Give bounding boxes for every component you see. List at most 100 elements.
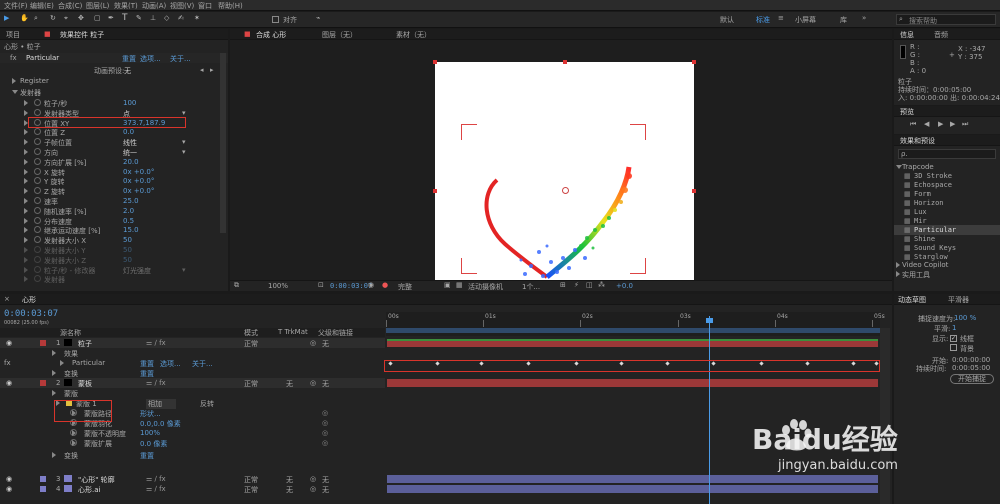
tab-timeline[interactable]: 心形 <box>22 295 36 305</box>
handle-mr[interactable] <box>692 189 696 193</box>
scrollbar[interactable] <box>220 53 226 233</box>
particular-effect-name[interactable]: Particular <box>26 54 59 62</box>
first-frame-icon[interactable]: ⏮ <box>910 120 916 129</box>
rectangle-tool-icon[interactable]: ▢ <box>94 14 101 22</box>
tab-effect-controls[interactable]: 效果控件 粒子 <box>60 30 104 40</box>
stopwatch-icon[interactable] <box>34 128 41 136</box>
puppet-tool-icon[interactable]: ✶ <box>194 14 200 22</box>
stopwatch-icon[interactable] <box>34 108 41 116</box>
expand-icon[interactable] <box>24 100 28 106</box>
handle-ml[interactable] <box>433 189 437 193</box>
col-trkmat[interactable]: T TrkMat <box>278 328 308 336</box>
brush-tool-icon[interactable]: ✎ <box>136 14 142 22</box>
property-row[interactable]: 分布速度 0.5 <box>0 216 228 226</box>
visibility-icon[interactable]: ◉ <box>6 339 12 347</box>
layer-switches[interactable]: ⚌ ∕ fx <box>146 339 166 347</box>
expand-icon[interactable] <box>24 168 28 175</box>
property-row[interactable]: Z 旋转 0x +0.0° <box>0 186 228 196</box>
property-row[interactable]: 子帧位置 线性 ▾ <box>0 137 228 147</box>
selection-tool-icon[interactable]: ▶ <box>4 14 9 22</box>
col-parent[interactable]: 父级和链接 <box>318 328 353 338</box>
layer-row[interactable]: ◉ 3 "心形" 轮廓 ⚌ ∕ fx 正常无 ◎ 无 <box>0 474 385 484</box>
flowchart-icon[interactable]: ⁂ <box>598 281 605 289</box>
menu-window[interactable]: 窗口 <box>198 1 212 11</box>
stopwatch-icon[interactable] <box>34 138 41 146</box>
comp-timecode[interactable]: 0:00:03:07 <box>330 282 372 290</box>
expand-icon[interactable] <box>24 276 28 283</box>
layer-switches[interactable]: ⚌ ∕ fx <box>146 475 166 483</box>
expand-icon[interactable] <box>24 129 28 136</box>
stopwatch-icon[interactable] <box>34 216 41 224</box>
property-value[interactable]: 25.0 <box>123 197 139 205</box>
comp-canvas[interactable] <box>435 62 694 280</box>
property-row[interactable]: 蒙版扩展 0.0 像素 ◎ <box>0 438 385 448</box>
stopwatch-icon[interactable] <box>34 206 41 214</box>
layer-trkmat[interactable]: 无 <box>286 485 293 495</box>
label-color[interactable] <box>40 380 46 386</box>
camera-dropdown[interactable]: 活动摄像机 <box>468 282 503 291</box>
property-row[interactable]: 方向 统一 ▾ <box>0 147 228 157</box>
stamp-tool-icon[interactable]: ⊥ <box>150 14 156 22</box>
label-color[interactable] <box>40 340 46 346</box>
menu-edit[interactable]: 编辑(E) <box>30 1 54 11</box>
expand-icon[interactable] <box>52 370 56 376</box>
magnify-icon[interactable]: ⧉ <box>234 281 239 290</box>
timeline-timecode[interactable]: 0:00:03:07 <box>4 309 58 319</box>
tab-footage[interactable]: 素材（无） <box>396 30 431 40</box>
expand-icon[interactable] <box>24 227 28 234</box>
property-row[interactable]: 变换 重置 <box>0 368 385 378</box>
register-row[interactable]: Register <box>0 76 228 86</box>
property-value[interactable]: 0.0 像素 <box>140 439 167 449</box>
stopwatch-icon[interactable] <box>34 226 41 234</box>
layer-duration-bar[interactable] <box>387 379 878 387</box>
layer-row[interactable]: ◉ 1 粒子 ⚌ ∕ fx 正常 ◎ 无 <box>0 338 385 348</box>
comp-lock-icon[interactable]: ■ <box>244 30 251 38</box>
property-row[interactable]: 蒙版不透明度 100% ◎ <box>0 428 385 438</box>
expand-icon[interactable] <box>24 247 28 253</box>
property-row[interactable]: 发射器大小 X 50 <box>0 235 228 245</box>
tab-audio[interactable]: 音频 <box>934 30 948 40</box>
expand-icon[interactable] <box>24 266 28 273</box>
workspace-menu-icon[interactable]: ≡ <box>778 14 784 22</box>
expand-icon[interactable] <box>24 158 28 165</box>
tab-layer[interactable]: 图层（无） <box>322 30 357 40</box>
menu-view[interactable]: 视图(V) <box>170 1 194 11</box>
work-area-bar[interactable] <box>386 328 880 333</box>
link-icon[interactable]: ◎ <box>322 409 328 417</box>
dropdown-arrow-icon[interactable]: ▾ <box>182 138 186 146</box>
transform-reset-link[interactable]: 重置 <box>140 451 154 461</box>
next-frame-icon[interactable]: ▶ <box>950 120 955 128</box>
dropdown-arrow-icon[interactable]: ▾ <box>182 109 186 117</box>
handle-tl[interactable] <box>433 60 437 64</box>
parent-pickwhip-icon[interactable]: ◎ <box>310 339 316 347</box>
menu-composition[interactable]: 合成(C) <box>58 1 82 11</box>
resolution-dropdown[interactable]: 完整 <box>398 282 412 291</box>
property-row[interactable]: 粒子/秒 100 <box>0 98 228 108</box>
lock-icon[interactable]: ■ <box>44 30 51 38</box>
property-value[interactable]: 0x +0.0° <box>123 168 154 176</box>
views-dropdown[interactable]: 1个... <box>522 282 540 291</box>
channel-icon[interactable]: ● <box>382 281 388 289</box>
stopwatch-icon[interactable] <box>34 177 41 185</box>
stopwatch-icon[interactable] <box>34 167 41 175</box>
property-row[interactable]: 速率 25.0 <box>0 196 228 206</box>
effect-reset-link[interactable]: 重置 <box>122 54 136 64</box>
tab-smoother[interactable]: 平滑器 <box>948 295 969 305</box>
parent-pickwhip-icon[interactable]: ◎ <box>310 475 316 483</box>
playhead-icon[interactable] <box>706 318 713 323</box>
dropdown-arrow-icon[interactable]: ▾ <box>182 266 186 274</box>
tab-composition[interactable]: 合成 心形 <box>256 30 286 40</box>
workspace-standard[interactable]: 标准 <box>756 15 770 25</box>
menu-layer[interactable]: 图层(L) <box>86 1 109 11</box>
grid-icon[interactable]: ⊞ <box>560 281 566 289</box>
property-value[interactable]: 0.0 <box>123 128 134 136</box>
property-row[interactable]: 发射器大小 Y 50 <box>0 245 228 255</box>
workspace-library[interactable]: 库 <box>840 15 847 25</box>
camera-tool-icon[interactable]: ⌖ <box>64 14 68 23</box>
expand-icon[interactable] <box>52 350 56 356</box>
stopwatch-icon[interactable] <box>34 236 41 244</box>
col-mode[interactable]: 模式 <box>244 328 258 338</box>
property-row[interactable]: 粒子/秒 - 修改器 灯光强度 ▾ <box>0 265 228 275</box>
expand-icon[interactable] <box>60 360 64 366</box>
layer-row[interactable]: ◉ 2 蒙板 ⚌ ∕ fx 正常无 ◎ 无 <box>0 378 385 388</box>
